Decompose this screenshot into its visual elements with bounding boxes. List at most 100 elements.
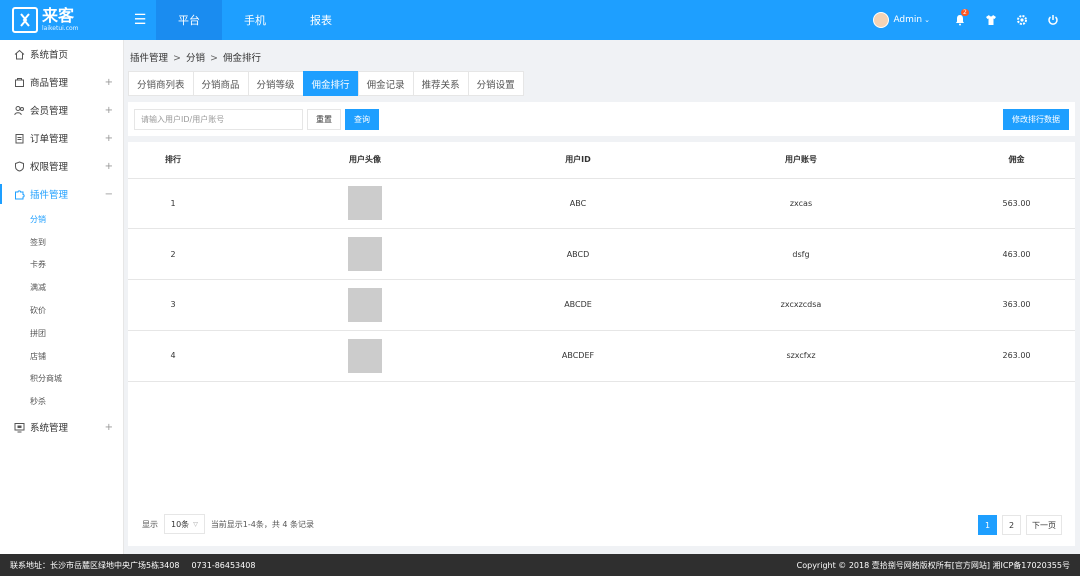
sidebar-item-label: 会员管理 [30, 106, 69, 117]
power-icon[interactable] [1037, 0, 1068, 40]
cell-avatar [218, 228, 512, 280]
cell-account: zxcas [644, 178, 958, 230]
sidebar-subitem-discount[interactable]: 满减 [0, 276, 123, 299]
table-row: 4 ABCDEF szxcfxz 263.00 [128, 330, 1075, 382]
column-header-avatar: 用户头像 [218, 142, 512, 179]
query-button[interactable]: 查询 [345, 108, 379, 130]
reset-button[interactable]: 重置 [307, 108, 341, 130]
tab-commission-ranking[interactable]: 佣金排行 [302, 71, 358, 96]
column-header-rank: 排行 [128, 142, 218, 179]
sidebar-item-label: 系统管理 [30, 423, 69, 435]
cell-avatar [218, 279, 512, 331]
sidebar-item-label: 系统首页 [30, 50, 69, 61]
sidebar-item-permissions[interactable]: 权限管理 + [0, 152, 123, 180]
clipboard-icon [14, 133, 25, 144]
tab-distribution-settings[interactable]: 分销设置 [467, 71, 524, 96]
admin-name: Admin [893, 15, 923, 25]
sidebar-item-label: 商品管理 [30, 78, 69, 89]
cell-commission: 563.00 [958, 178, 1075, 230]
footer-copyright: Copyright © 2018 壹拾捌号网络版权所有[官方网站] 湘ICP备1… [796, 560, 1070, 570]
cell-user-id: ABC [512, 178, 644, 230]
top-nav-mobile[interactable]: 手机 [222, 0, 288, 40]
cell-commission: 463.00 [958, 228, 1075, 280]
top-nav-platform[interactable]: 平台 [156, 0, 222, 40]
sidebar-subitem-store[interactable]: 店铺 [0, 345, 123, 368]
table-row: 2 ABCD dsfg 463.00 [128, 228, 1075, 280]
column-header-commission: 佣金 [958, 142, 1075, 179]
cell-rank: 2 [128, 228, 218, 280]
avatar [873, 12, 890, 28]
ranking-table: 排行 用户头像 用户ID 用户账号 佣金 1 ABC zxcas 563.00 … [128, 142, 1075, 382]
cell-commission: 263.00 [958, 330, 1075, 382]
menu-toggle-icon[interactable]: ☰ [124, 0, 156, 40]
shield-icon [14, 160, 25, 172]
tab-distributor-list[interactable]: 分销商列表 [128, 71, 193, 96]
page-button-1[interactable]: 1 [978, 515, 997, 535]
cell-avatar [218, 330, 512, 382]
notification-badge: 2 [961, 9, 969, 16]
search-input[interactable] [134, 108, 303, 130]
expand-icon: + [104, 421, 113, 433]
admin-menu[interactable]: Admin ⌄ [873, 12, 930, 28]
sidebar-subitem-points-mall[interactable]: 积分商城 [0, 368, 123, 391]
modify-ranking-button[interactable]: 修改排行数据 [1003, 108, 1069, 130]
sidebar: 系统首页 商品管理 + 会员管理 + 订单管理 + 权限管理 + 插件管理 − … [0, 40, 124, 554]
sidebar-item-system[interactable]: 系统管理 + [0, 413, 123, 441]
sidebar-item-orders[interactable]: 订单管理 + [0, 124, 123, 152]
sidebar-subitem-distribution[interactable]: 分销 [0, 208, 123, 231]
sidebar-subitem-signin[interactable]: 签到 [0, 231, 123, 254]
chevron-down-icon: ⌄ [924, 16, 930, 24]
user-avatar-image [348, 287, 382, 322]
tab-referral-relations[interactable]: 推荐关系 [412, 71, 468, 96]
tab-distribution-levels[interactable]: 分销等级 [247, 71, 303, 96]
cell-avatar [218, 178, 512, 230]
footer-phone: 0731-86453408 [191, 560, 256, 570]
top-nav-reports[interactable]: 报表 [288, 0, 354, 40]
user-avatar-image [348, 338, 382, 373]
sidebar-item-home[interactable]: 系统首页 [0, 40, 123, 68]
gear-icon[interactable] [1006, 0, 1037, 40]
ranking-table-card: 排行 用户头像 用户ID 用户账号 佣金 1 ABC zxcas 563.00 … [128, 142, 1075, 546]
logo-mark-icon [12, 7, 38, 33]
breadcrumb-separator: > [173, 53, 181, 64]
expand-icon: + [104, 160, 113, 172]
column-header-user-id: 用户ID [512, 142, 644, 179]
user-avatar-image [348, 186, 382, 221]
breadcrumb: 插件管理 > 分销 > 佣金排行 [130, 50, 261, 64]
monitor-icon [14, 422, 25, 433]
sidebar-subitem-groupbuy[interactable]: 拼团 [0, 322, 123, 345]
sidebar-subitem-flash-sale[interactable]: 秒杀 [0, 390, 123, 413]
tab-commission-records[interactable]: 佣金记录 [357, 71, 413, 96]
page-button-2[interactable]: 2 [1002, 515, 1021, 535]
top-nav: 平台 手机 报表 [156, 0, 354, 40]
sidebar-item-label: 插件管理 [30, 190, 69, 201]
sidebar-item-members[interactable]: 会员管理 + [0, 96, 123, 124]
chevron-down-icon: ▽ [193, 520, 198, 528]
cell-user-id: ABCDEF [512, 330, 644, 382]
cell-account: dsfg [644, 228, 958, 280]
sidebar-item-products[interactable]: 商品管理 + [0, 68, 123, 96]
pagination-info: 显示 10条 ▽ 当前显示1-4条，共 4 条记录 [142, 514, 314, 534]
expand-icon: + [104, 76, 113, 88]
expand-icon: + [104, 104, 113, 116]
bell-icon[interactable]: 2 [944, 0, 975, 40]
page-size-select[interactable]: 10条 ▽ [164, 514, 205, 534]
cell-rank: 3 [128, 279, 218, 331]
breadcrumb-plugins[interactable]: 插件管理 [130, 53, 168, 64]
sidebar-item-plugins[interactable]: 插件管理 − [0, 180, 123, 208]
table-header-row: 排行 用户头像 用户ID 用户账号 佣金 [128, 142, 1075, 179]
cell-commission: 363.00 [958, 279, 1075, 331]
tab-bar: 分销商列表 分销商品 分销等级 佣金排行 佣金记录 推荐关系 分销设置 [128, 71, 524, 96]
tab-distribution-products[interactable]: 分销商品 [192, 71, 248, 96]
breadcrumb-distribution[interactable]: 分销 [186, 53, 205, 64]
footer: 联系地址：长沙市岳麓区绿地中央广场5栋3408 0731-86453408 Co… [0, 554, 1080, 576]
sidebar-subitem-coupons[interactable]: 卡券 [0, 254, 123, 277]
top-bar: 来客 laiketui.com ☰ 平台 手机 报表 Admin ⌄ 2 [0, 0, 1080, 40]
logo[interactable]: 来客 laiketui.com [0, 0, 124, 40]
box-icon [14, 77, 25, 88]
next-page-button[interactable]: 下一页 [1026, 515, 1062, 535]
sidebar-subitem-bargain[interactable]: 砍价 [0, 299, 123, 322]
show-label: 显示 [142, 519, 158, 529]
shirt-icon[interactable] [975, 0, 1006, 40]
cell-rank: 1 [128, 178, 218, 230]
